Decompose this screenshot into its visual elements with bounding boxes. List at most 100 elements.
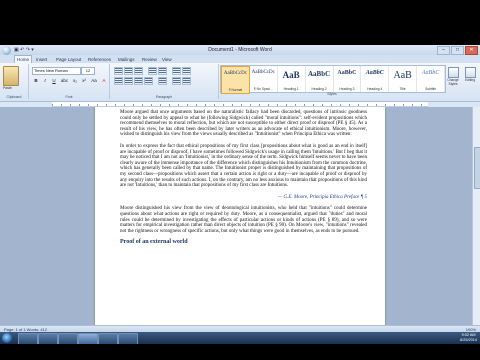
style-sample: AaBbCcDc bbox=[223, 71, 247, 76]
style-name: Heading 2 bbox=[311, 87, 327, 91]
superscript-button[interactable]: x² bbox=[80, 77, 88, 85]
change-case-button[interactable]: Aa bbox=[89, 77, 99, 85]
editing-label: Editing bbox=[464, 78, 476, 82]
taskbar-explorer[interactable] bbox=[38, 333, 58, 344]
tab-references[interactable]: References bbox=[86, 56, 113, 63]
binoculars-icon bbox=[464, 67, 476, 78]
increase-indent-icon[interactable] bbox=[158, 67, 167, 75]
format-buttons: B I U abc x₂ x² Aa A bbox=[32, 77, 108, 85]
tab-home[interactable]: Home bbox=[14, 55, 33, 63]
tab-review[interactable]: Review bbox=[140, 56, 159, 63]
multilevel-list-icon[interactable] bbox=[134, 67, 143, 75]
paste-label: Paste bbox=[3, 86, 12, 90]
letterbox-bottom bbox=[0, 344, 480, 360]
taskbar-app[interactable] bbox=[118, 333, 138, 344]
start-button[interactable] bbox=[2, 333, 12, 343]
screen: ▣ ↶ ↷ ▾ Document1 - Microsoft Word – □ ✕… bbox=[0, 0, 480, 360]
style-subtitle[interactable]: AaBbC Subtitle bbox=[417, 66, 445, 92]
taskbar-app[interactable] bbox=[98, 333, 118, 344]
scroll-thumb[interactable] bbox=[474, 147, 480, 189]
decrease-indent-icon[interactable] bbox=[148, 67, 157, 75]
maximize-button[interactable]: □ bbox=[451, 46, 464, 55]
font-color-button[interactable]: A bbox=[100, 77, 108, 85]
style-name: Heading 1 bbox=[283, 87, 299, 91]
clock-date: 8/25/2014 bbox=[460, 337, 477, 342]
shading-icon[interactable] bbox=[172, 77, 181, 85]
minimize-button[interactable]: – bbox=[437, 46, 450, 55]
window-controls: – □ ✕ bbox=[437, 46, 478, 55]
change-styles-button[interactable]: Change Styles bbox=[446, 65, 460, 91]
subscript-button[interactable]: x₂ bbox=[71, 77, 79, 85]
style-sample: AaB bbox=[282, 70, 300, 80]
clipboard-group: Paste Clipboard bbox=[0, 64, 29, 99]
style-heading-4[interactable]: AaBbC Heading 4 bbox=[361, 66, 390, 92]
style-name: Subtitle bbox=[425, 87, 437, 91]
group-label-styles: Styles bbox=[327, 92, 337, 96]
vertical-scrollbar[interactable] bbox=[472, 107, 480, 325]
paragraph: Moore distinguished his view from the vi… bbox=[120, 206, 367, 234]
underline-button[interactable]: U bbox=[50, 77, 58, 85]
taskbar-word[interactable] bbox=[78, 333, 98, 344]
style-sample: AaBbC bbox=[365, 70, 384, 76]
change-styles-icon bbox=[447, 67, 459, 78]
system-clock[interactable]: 9:02 AM 8/25/2014 bbox=[460, 333, 477, 342]
taskbar-ie[interactable] bbox=[18, 333, 38, 344]
window-title: Document1 - Microsoft Word bbox=[208, 47, 272, 53]
style-name: ¶ No Spaci... bbox=[253, 87, 273, 91]
style-sample: AaBbC bbox=[307, 70, 331, 78]
font-name-box[interactable]: Times New Roman bbox=[32, 67, 81, 75]
close-button[interactable]: ✕ bbox=[465, 46, 478, 55]
styles-gallery: AaBbCcDc ¶ Normal AaBbCcDc ¶ No Spaci... A… bbox=[220, 65, 446, 94]
style-sample: AaBbC bbox=[337, 70, 357, 76]
sort-icon[interactable] bbox=[172, 67, 181, 75]
bullets-icon[interactable] bbox=[114, 67, 123, 75]
document-page[interactable]: Moore argued that once arguments based o… bbox=[95, 107, 385, 325]
style-title[interactable]: AaB Title bbox=[389, 66, 418, 92]
justify-icon[interactable] bbox=[144, 77, 153, 85]
show-hide-icon[interactable] bbox=[182, 67, 191, 75]
strikethrough-button[interactable]: abc bbox=[59, 77, 70, 85]
tab-mailings[interactable]: Mailings bbox=[116, 56, 137, 63]
style-name: Heading 4 bbox=[367, 87, 383, 91]
tab-insert[interactable]: Insert bbox=[34, 56, 49, 63]
borders-icon[interactable] bbox=[182, 77, 191, 85]
change-styles-label: Change Styles bbox=[447, 78, 459, 86]
line-spacing-icon[interactable] bbox=[158, 77, 167, 85]
section-heading: Proof of an external world bbox=[120, 239, 188, 246]
style-name: Title bbox=[399, 87, 406, 91]
editing-button[interactable]: Editing bbox=[462, 65, 478, 91]
bold-button[interactable]: B bbox=[32, 77, 40, 85]
font-group: Times New Roman 12 B I U abc x₂ x² Aa A … bbox=[29, 64, 110, 99]
style-heading-1[interactable]: AaB Heading 1 bbox=[278, 66, 306, 92]
align-left-icon[interactable] bbox=[114, 77, 123, 85]
style-sample: AaB bbox=[393, 70, 412, 81]
style-no-spacing[interactable]: AaBbCcDc ¶ No Spaci... bbox=[250, 66, 278, 92]
style-heading-2[interactable]: AaBbC Heading 2 bbox=[306, 66, 334, 92]
style-heading-3[interactable]: AaBbC Heading 3 bbox=[334, 66, 362, 92]
ribbon-tabs: Home Insert Page Layout References Maili… bbox=[0, 55, 480, 63]
tab-view[interactable]: View bbox=[160, 56, 174, 63]
quote-attribution: — G.E. Moore, Principia Ethica Preface ¶… bbox=[277, 194, 367, 200]
group-label-clipboard: Clipboard bbox=[6, 95, 22, 99]
block-quote: In order to express the fact that ethica… bbox=[120, 143, 367, 189]
ribbon: Paste Clipboard Times New Roman 12 B I U… bbox=[0, 63, 480, 102]
numbering-icon[interactable] bbox=[124, 67, 133, 75]
italic-button[interactable]: I bbox=[41, 77, 49, 85]
tab-page-layout[interactable]: Page Layout bbox=[54, 56, 83, 63]
group-label-paragraph: Paragraph bbox=[155, 95, 173, 99]
style-sample: AaBbC bbox=[421, 70, 440, 76]
clock-time: 9:02 AM bbox=[461, 333, 476, 337]
letterbox-top bbox=[0, 0, 480, 45]
align-right-icon[interactable] bbox=[134, 77, 143, 85]
paste-icon[interactable] bbox=[3, 66, 19, 86]
style-name: Heading 3 bbox=[339, 87, 355, 91]
style-sample: AaBbCcDc bbox=[251, 70, 275, 75]
document-text[interactable]: Moore argued that once arguments based o… bbox=[120, 110, 367, 252]
paragraph-group: Paragraph bbox=[110, 64, 219, 99]
document-area: Moore argued that once arguments based o… bbox=[0, 107, 472, 325]
taskbar-media[interactable] bbox=[58, 333, 78, 344]
taskbar: 9:02 AM 8/25/2014 bbox=[0, 332, 480, 344]
align-center-icon[interactable] bbox=[124, 77, 133, 85]
font-size-box[interactable]: 12 bbox=[81, 67, 95, 75]
style-normal[interactable]: AaBbCcDc ¶ Normal bbox=[221, 66, 250, 94]
